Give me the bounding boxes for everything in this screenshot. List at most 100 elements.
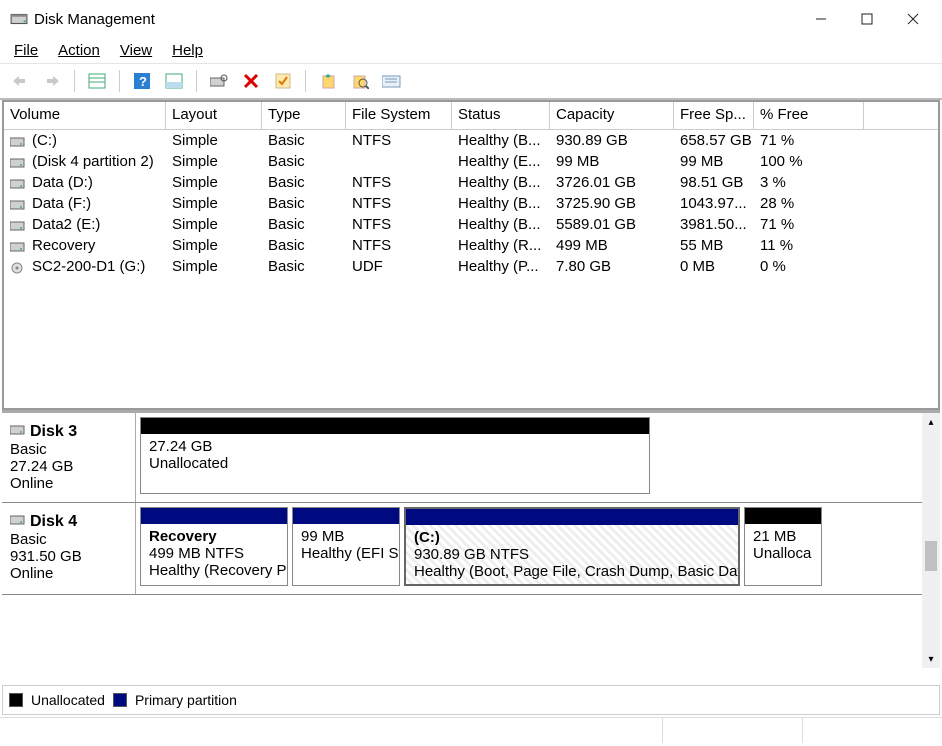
volume-name: Recovery (32, 237, 95, 254)
volume-row[interactable]: RecoverySimpleBasicNTFSHealthy (R...499 … (4, 235, 938, 256)
volume-capacity: 499 MB (550, 236, 674, 255)
col-layout[interactable]: Layout (166, 102, 262, 129)
partition-status: Unallocated (149, 455, 641, 472)
explore-button[interactable] (346, 67, 374, 95)
menu-view-label: View (120, 42, 152, 59)
partition[interactable]: Recovery499 MB NTFSHealthy (Recovery P (140, 507, 288, 586)
volume-row[interactable]: (Disk 4 partition 2)SimpleBasicHealthy (… (4, 151, 938, 172)
volume-free: 55 MB (674, 236, 754, 255)
new-volume-button[interactable] (314, 67, 342, 95)
volume-status: Healthy (R... (452, 236, 550, 255)
settings-button[interactable] (205, 67, 233, 95)
disk-partitions: 27.24 GBUnallocated (136, 413, 922, 502)
volume-status: Healthy (E... (452, 152, 550, 171)
maximize-button[interactable] (844, 4, 890, 34)
disk-capacity: 931.50 GB (10, 548, 127, 565)
volume-row[interactable]: Data (F:)SimpleBasicNTFSHealthy (B...372… (4, 193, 938, 214)
scroll-up-icon[interactable]: ▴ (922, 413, 940, 431)
volume-pct: 3 % (754, 173, 864, 192)
svg-text:?: ? (139, 74, 147, 89)
scrollbar-thumb[interactable] (925, 541, 937, 571)
col-fs[interactable]: File System (346, 102, 452, 129)
disk-label[interactable]: Disk 3Basic27.24 GBOnline (2, 413, 136, 502)
disk-state: Online (10, 565, 127, 582)
volume-capacity: 99 MB (550, 152, 674, 171)
disk-state: Online (10, 475, 127, 492)
volume-layout: Simple (166, 215, 262, 234)
partition[interactable]: 21 MBUnalloca (744, 507, 822, 586)
menu-file[interactable]: File (4, 39, 48, 62)
partition-status: Healthy (Boot, Page File, Crash Dump, Ba… (414, 563, 730, 580)
volume-capacity: 5589.01 GB (550, 215, 674, 234)
volume-name: (Disk 4 partition 2) (32, 153, 154, 170)
volume-fs: NTFS (346, 194, 452, 213)
volume-free: 1043.97... (674, 194, 754, 213)
legend-swatch-primary (113, 693, 127, 707)
menu-action-label: Action (58, 42, 100, 59)
menu-help-label: Help (172, 42, 203, 59)
volume-pct: 11 % (754, 236, 864, 255)
volume-row[interactable]: Data2 (E:)SimpleBasicNTFSHealthy (B...55… (4, 214, 938, 235)
delete-button[interactable] (237, 67, 265, 95)
scroll-down-icon[interactable]: ▾ (922, 650, 940, 668)
disk-type: Basic (10, 441, 127, 458)
partition-status: Healthy (Recovery P (149, 562, 279, 579)
volume-icon (10, 219, 26, 231)
disk-block: Disk 4Basic931.50 GBOnlineRecovery499 MB… (2, 503, 922, 595)
volume-pct: 28 % (754, 194, 864, 213)
volume-pct: 71 % (754, 215, 864, 234)
menu-file-label: File (14, 42, 38, 59)
volume-status: Healthy (B... (452, 173, 550, 192)
volume-layout: Simple (166, 152, 262, 171)
graphical-view-button[interactable] (160, 67, 188, 95)
toolbar-separator (74, 70, 75, 92)
volume-list-header: Volume Layout Type File System Status Ca… (4, 102, 938, 130)
volume-free: 98.51 GB (674, 173, 754, 192)
col-type[interactable]: Type (262, 102, 346, 129)
app-icon (10, 10, 28, 28)
window-title: Disk Management (34, 11, 155, 28)
volume-row[interactable]: (C:)SimpleBasicNTFSHealthy (B...930.89 G… (4, 130, 938, 151)
volume-status: Healthy (P... (452, 257, 550, 276)
disk-name: Disk 3 (30, 423, 77, 440)
partition-title: Recovery (149, 528, 279, 545)
menu-view[interactable]: View (110, 39, 162, 62)
volume-row[interactable]: Data (D:)SimpleBasicNTFSHealthy (B...372… (4, 172, 938, 193)
partition-size: 930.89 GB NTFS (414, 546, 730, 563)
partition-status: Unalloca (753, 545, 813, 562)
partition[interactable]: (C:)930.89 GB NTFSHealthy (Boot, Page Fi… (404, 507, 740, 586)
titlebar: Disk Management (0, 0, 942, 38)
col-free[interactable]: Free Sp... (674, 102, 754, 129)
volume-fs: UDF (346, 257, 452, 276)
volume-free: 99 MB (674, 152, 754, 171)
minimize-button[interactable] (798, 4, 844, 34)
apply-button[interactable] (269, 67, 297, 95)
forward-button[interactable] (38, 67, 66, 95)
menu-action[interactable]: Action (48, 39, 110, 62)
volume-row[interactable]: SC2-200-D1 (G:)SimpleBasicUDFHealthy (P.… (4, 256, 938, 277)
toolbar-separator (305, 70, 306, 92)
list-view-button[interactable] (83, 67, 111, 95)
partition-stripe (141, 418, 649, 434)
back-button[interactable] (6, 67, 34, 95)
properties-button[interactable] (378, 67, 406, 95)
volume-pct: 71 % (754, 131, 864, 150)
col-status[interactable]: Status (452, 102, 550, 129)
partition[interactable]: 99 MBHealthy (EFI Sy (292, 507, 400, 586)
menu-help[interactable]: Help (162, 39, 213, 62)
col-cap[interactable]: Capacity (550, 102, 674, 129)
help-button[interactable]: ? (128, 67, 156, 95)
close-button[interactable] (890, 4, 936, 34)
vertical-scrollbar[interactable]: ▴ ▾ (922, 413, 940, 668)
volume-status: Healthy (B... (452, 131, 550, 150)
disk-name: Disk 4 (30, 513, 77, 530)
col-volume[interactable]: Volume (4, 102, 166, 129)
volume-fs (346, 161, 452, 163)
col-pct[interactable]: % Free (754, 102, 864, 129)
volume-name: SC2-200-D1 (G:) (32, 258, 145, 275)
disk-label[interactable]: Disk 4Basic931.50 GBOnline (2, 503, 136, 594)
volume-list[interactable]: Volume Layout Type File System Status Ca… (2, 100, 940, 410)
partition[interactable]: 27.24 GBUnallocated (140, 417, 650, 494)
volume-layout: Simple (166, 236, 262, 255)
volume-type: Basic (262, 215, 346, 234)
